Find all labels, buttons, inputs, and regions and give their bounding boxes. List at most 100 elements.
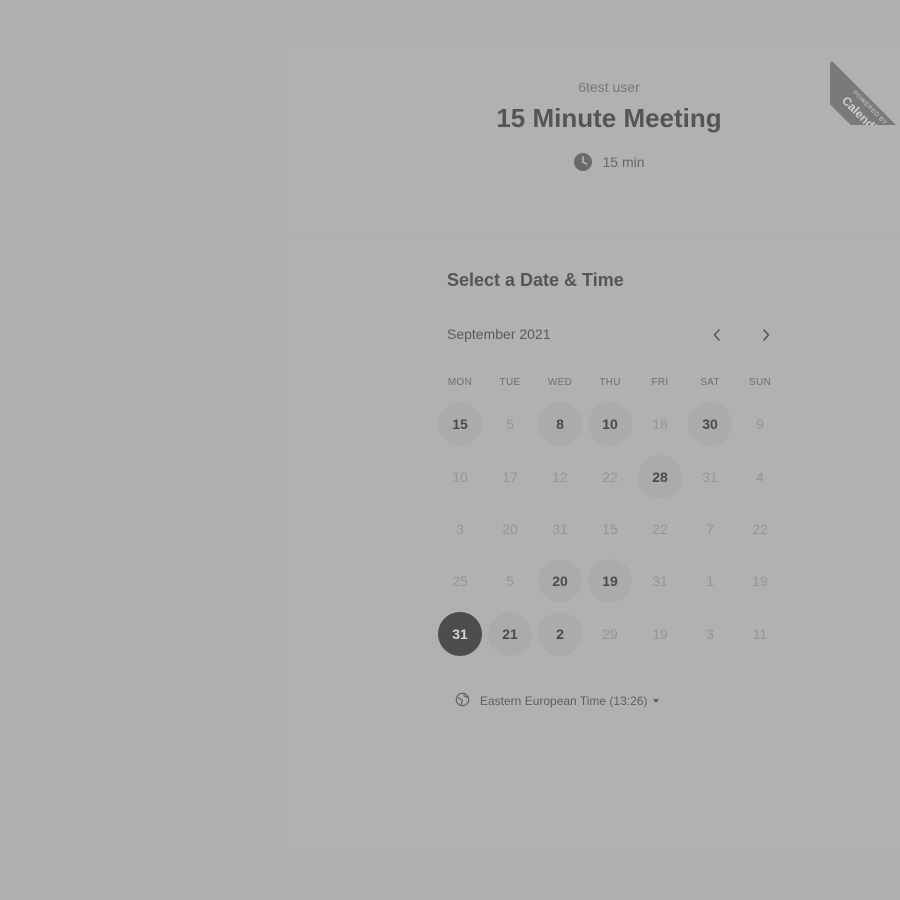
event-header: 6test user 15 Minute Meeting 15 min [286, 78, 900, 177]
calendar-week-row: 31 21 2 29 19 3 11 [435, 608, 785, 660]
timezone-label: Eastern European Time (13:26) [480, 694, 648, 708]
calendar-day-number: 21 [488, 611, 532, 656]
calendar-day-number: 3 [706, 625, 714, 642]
calendar-day-disabled: 31 [685, 450, 735, 502]
calendar-day-selected[interactable]: 31 [435, 608, 485, 660]
calendar-day-number: 22 [652, 520, 668, 537]
powered-by-ribbon[interactable]: POWERED BY Calendly [830, 45, 900, 125]
calendar-day-disabled: 3 [685, 608, 735, 660]
calendar-day-number: 17 [502, 468, 518, 485]
calendar-day-number: 4 [756, 468, 764, 485]
calendar-day-number: 8 [538, 402, 582, 447]
calendar-day-number: 10 [452, 468, 468, 485]
month-label: September 2021 [447, 326, 551, 342]
calendar-day-disabled: 29 [585, 608, 635, 660]
calendar-day-number: 15 [438, 402, 482, 447]
calendar-day-disabled: 18 [635, 398, 685, 450]
calendar-day-disabled: 5 [485, 555, 535, 607]
calendar-day-disabled: 19 [635, 608, 685, 660]
calendar-day-disabled: 3 [435, 503, 485, 555]
calendar-day-available[interactable]: 28 [635, 450, 685, 502]
calendar-day-number: 19 [752, 573, 768, 590]
calendar-week-row: 15 5 8 10 18 30 9 [435, 398, 785, 450]
calendar-day-number: 7 [706, 520, 714, 537]
calendar-day-number: 15 [602, 520, 618, 537]
calendar-day-number: 9 [756, 416, 764, 433]
calendar-day-disabled: 22 [635, 503, 685, 555]
calendar-day-disabled: 7 [685, 503, 735, 555]
booking-page: 6test user 15 Minute Meeting 15 min Sele… [0, 0, 900, 900]
month-navigation: September 2021 [447, 325, 781, 345]
calendar-day-disabled: 11 [735, 608, 785, 660]
calendar-grid: 15 5 8 10 18 30 9 10 17 12 22 28 31 4 3 20 31 15 22 7 22 25 5 2… [435, 398, 785, 660]
calendar-day-number: 19 [588, 559, 632, 604]
calendar-day-number: 1 [706, 573, 714, 590]
calendar-day-number: 5 [506, 573, 514, 590]
calendar-day-number: 28 [638, 454, 682, 499]
weekday-label: WED [547, 377, 573, 388]
calendar-day-available[interactable]: 21 [485, 608, 535, 660]
calendar-day-number: 20 [538, 559, 582, 604]
calendar-day-disabled: 5 [485, 398, 535, 450]
calendar-day-disabled: 31 [635, 555, 685, 607]
previous-month-button[interactable] [707, 325, 727, 345]
calendar-day-available[interactable]: 10 [585, 398, 635, 450]
header-divider [286, 236, 900, 237]
calendar-day-disabled: 22 [735, 503, 785, 555]
event-title: 15 Minute Meeting [496, 103, 722, 133]
weekday-label: THU [599, 377, 621, 388]
calendar-day-disabled: 22 [585, 450, 635, 502]
calendar-day-available[interactable]: 8 [535, 398, 585, 450]
duration-label: 15 min [602, 154, 645, 170]
calendar-day-number: 18 [652, 416, 668, 433]
event-owner: 6test user [578, 79, 640, 95]
calendar-day-number: 31 [702, 468, 718, 485]
calendar-day-disabled: 25 [435, 555, 485, 607]
calendar-day-number: 12 [552, 468, 568, 485]
calendar-day-number: 5 [506, 416, 514, 433]
calendar-day-number: 2 [538, 611, 582, 656]
calendar-day-number: 31 [438, 611, 482, 656]
chevron-right-icon [763, 329, 770, 341]
weekday-label: SAT [700, 377, 720, 388]
calendar-week-row: 25 5 20 19 31 1 19 [435, 555, 785, 607]
chevron-left-icon [713, 329, 720, 341]
next-month-button[interactable] [756, 325, 776, 345]
calendar-day-number: 29 [602, 625, 618, 642]
calendar-day-disabled: 19 [735, 555, 785, 607]
calendar-day-available[interactable]: 20 [535, 555, 585, 607]
weekday-label: FRI [651, 377, 669, 388]
calendar-day-number: 31 [552, 520, 568, 537]
calendar-day-disabled: 17 [485, 450, 535, 502]
weekday-label: SUN [748, 377, 771, 388]
calendar-day-number: 25 [452, 573, 468, 590]
calendar-day-number: 11 [752, 625, 768, 642]
calendar-day-number: 22 [602, 468, 618, 485]
section-title: Select a Date & Time [447, 270, 624, 290]
weekday-label: TUE [499, 377, 521, 388]
calendar-day-disabled: 1 [685, 555, 735, 607]
calendar-day-disabled: 20 [485, 503, 535, 555]
calendar-day-available[interactable]: 15 [435, 398, 485, 450]
calendar-week-row: 10 17 12 22 28 31 4 [435, 450, 785, 502]
weekday-header: MON TUE WED THU FRI SAT SUN [435, 377, 785, 388]
calendar-day-number: 20 [502, 520, 518, 537]
globe-icon [455, 692, 470, 710]
calendar-day-disabled: 15 [585, 503, 635, 555]
calendar-day-number: 30 [688, 402, 732, 447]
weekday-label: MON [447, 377, 473, 388]
calendar-day-available[interactable]: 19 [585, 555, 635, 607]
clock-icon [573, 152, 593, 172]
calendar-day-disabled: 9 [735, 398, 785, 450]
event-duration: 15 min [573, 152, 645, 172]
timezone-selector[interactable]: Eastern European Time (13:26) [455, 692, 660, 710]
calendar-day-number: 31 [652, 573, 668, 590]
calendar-day-available[interactable]: 2 [535, 608, 585, 660]
calendar-day-number: 22 [752, 520, 768, 537]
calendar-week-row: 3 20 31 15 22 7 22 [435, 503, 785, 555]
calendar-day-disabled: 10 [435, 450, 485, 502]
calendar-day-available[interactable]: 30 [685, 398, 735, 450]
calendar-day-disabled: 4 [735, 450, 785, 502]
calendar-day-disabled: 31 [535, 503, 585, 555]
calendar-day-number: 19 [652, 625, 668, 642]
